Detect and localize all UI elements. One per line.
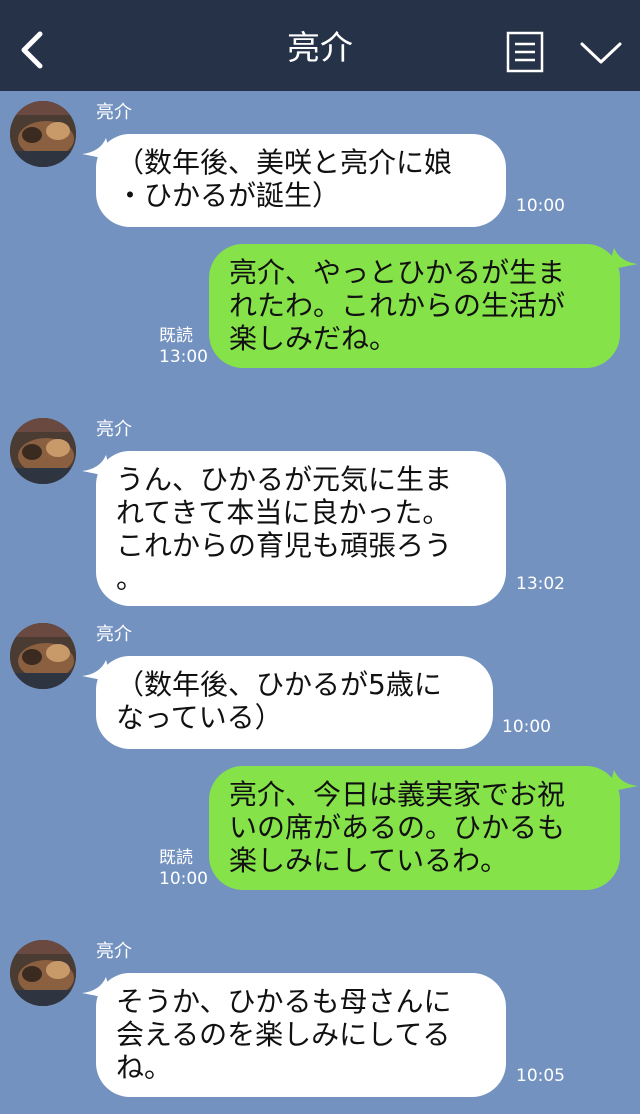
dog-avatar-image bbox=[10, 418, 76, 484]
message-line: れてきて本当に良かった。 bbox=[116, 496, 451, 529]
message-line: 楽しみだね。 bbox=[229, 322, 398, 355]
sender-name: 亮介 bbox=[96, 102, 132, 123]
message-line: 。 bbox=[116, 562, 145, 595]
message-line: うん、ひかるが元気に生ま bbox=[116, 463, 453, 496]
sender-name: 亮介 bbox=[96, 941, 132, 962]
dog-avatar-image bbox=[10, 101, 76, 167]
message-line: 亮介、やっとひかるが生ま bbox=[229, 256, 566, 289]
message-line: なっている） bbox=[116, 701, 283, 734]
message-line: ・ひかるが誕生） bbox=[116, 179, 341, 212]
message-bubble[interactable]: そうか、ひかるも母さんに 会えるのを楽しみにしてる ね。 bbox=[96, 973, 506, 1097]
message-bubble[interactable]: （数年後、美咲と亮介に娘 ・ひかるが誕生） bbox=[96, 134, 506, 227]
message-time: 13:00 bbox=[159, 347, 208, 367]
chat-title: 亮介 bbox=[287, 28, 353, 67]
document-menu-icon[interactable] bbox=[506, 31, 544, 73]
message-time: 10:00 bbox=[516, 196, 565, 216]
sender-avatar[interactable] bbox=[10, 418, 76, 484]
dog-avatar-image bbox=[10, 623, 76, 689]
message-line: ね。 bbox=[116, 1051, 173, 1084]
chevron-down-icon[interactable] bbox=[578, 38, 624, 68]
message-line: れたわ。これからの生活が bbox=[229, 289, 566, 322]
message-line: （数年後、ひかるが5歳に bbox=[116, 668, 442, 701]
sender-name: 亮介 bbox=[96, 419, 132, 440]
chat-header: 亮介 bbox=[0, 0, 640, 91]
sender-avatar[interactable] bbox=[10, 623, 76, 689]
message-line: そうか、ひかるも母さんに bbox=[116, 985, 452, 1018]
message-bubble[interactable]: （数年後、ひかるが5歳に なっている） bbox=[96, 656, 493, 749]
sender-avatar[interactable] bbox=[10, 940, 76, 1006]
message-bubble[interactable]: 亮介、やっとひかるが生ま れたわ。これからの生活が 楽しみだね。 bbox=[209, 244, 620, 368]
dog-avatar-image bbox=[10, 940, 76, 1006]
message-line: これからの育児も頑張ろう bbox=[116, 529, 453, 562]
message-bubble[interactable]: うん、ひかるが元気に生ま れてきて本当に良かった。 これからの育児も頑張ろう 。 bbox=[96, 451, 506, 606]
sender-avatar[interactable] bbox=[10, 101, 76, 167]
message-time: 10:00 bbox=[502, 717, 551, 737]
message-time: 10:05 bbox=[516, 1066, 565, 1086]
read-receipt: 既読 bbox=[159, 848, 193, 868]
message-time: 13:02 bbox=[516, 574, 565, 594]
message-line: 会えるのを楽しみにしてる bbox=[116, 1018, 451, 1051]
message-line: 楽しみにしているわ。 bbox=[229, 844, 509, 877]
message-line: 亮介、今日は義実家でお祝 bbox=[229, 778, 566, 811]
message-time: 10:00 bbox=[159, 869, 208, 889]
message-line: いの席があるの。ひかるも bbox=[229, 811, 566, 844]
read-receipt: 既読 bbox=[159, 326, 193, 346]
message-bubble[interactable]: 亮介、今日は義実家でお祝 いの席があるの。ひかるも 楽しみにしているわ。 bbox=[209, 766, 620, 890]
sender-name: 亮介 bbox=[96, 624, 132, 645]
message-line: （数年後、美咲と亮介に娘 bbox=[116, 146, 453, 179]
